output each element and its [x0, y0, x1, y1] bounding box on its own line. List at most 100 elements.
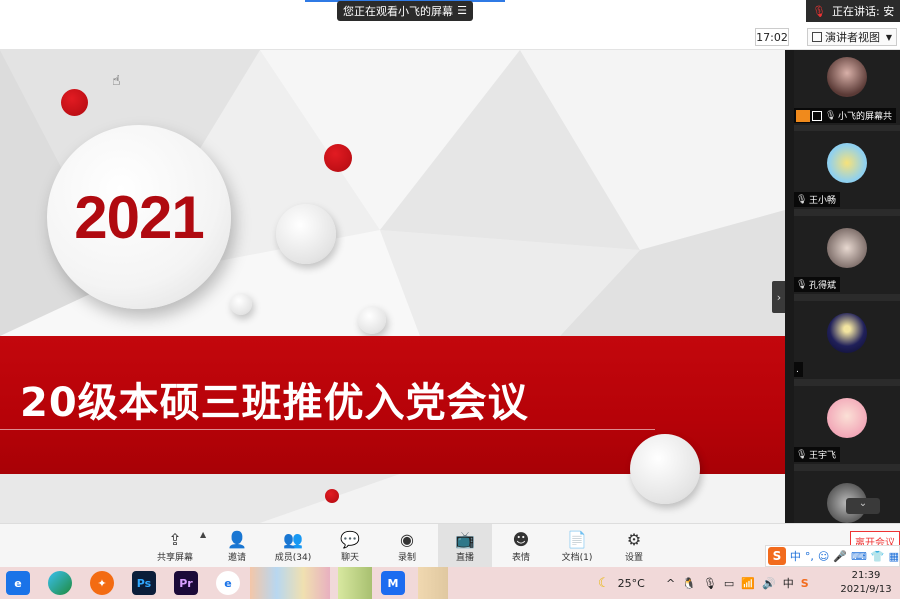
chat-button[interactable]: 💬 聊天	[325, 524, 375, 568]
participant-label: .	[794, 362, 803, 377]
participant-tile[interactable]: 🎙 王小畅	[794, 131, 900, 209]
caret-up-icon[interactable]: ▲	[200, 530, 206, 539]
red-dot	[61, 89, 88, 116]
chat-icon: 💬	[340, 529, 360, 549]
viewing-text: 您正在观看小飞的屏幕	[343, 5, 453, 18]
participant-label: 🎙 王宇飞	[794, 447, 841, 462]
record-button[interactable]: ◉ 录制	[382, 524, 432, 568]
system-tray: ^ 🐧 🎙 ▭ 📶 🔊 中 S	[666, 567, 809, 599]
premiere-icon[interactable]: Pr	[174, 571, 198, 595]
mic-muted-icon: 🎙	[796, 279, 808, 290]
battery-icon[interactable]: ▭	[724, 577, 734, 590]
participant-tile[interactable]: 🎙 孔得斌	[794, 216, 900, 294]
tencent-meeting-icon[interactable]: M	[381, 571, 405, 595]
participant-tile[interactable]	[794, 471, 900, 523]
avatar	[827, 228, 867, 268]
red-dot	[324, 144, 352, 172]
settings-button[interactable]: ⚙ 设置	[609, 524, 659, 568]
year-circle: 2021	[47, 125, 231, 309]
photoshop-icon[interactable]: Ps	[132, 571, 156, 595]
live-icon: 📺	[455, 529, 475, 549]
participant-name: 小飞的屏幕共	[838, 112, 893, 122]
wifi-icon[interactable]: 📶	[741, 577, 755, 590]
punctuation-icon[interactable]: °,	[805, 550, 814, 563]
host-icon	[796, 109, 810, 122]
participant-name: 王小畅	[809, 196, 837, 206]
avatar	[827, 313, 867, 353]
participant-label: 🎙 王小畅	[794, 192, 841, 207]
ime-language[interactable]: 中	[790, 548, 801, 564]
screen-share-icon	[812, 110, 822, 121]
apps-icon[interactable]: ▦	[889, 550, 899, 563]
volume-icon[interactable]: 🔊	[762, 577, 776, 590]
gear-icon: ⚙	[626, 529, 642, 549]
share-screen-button[interactable]: ⇪ 共享屏幕	[150, 524, 200, 568]
emoji-icon[interactable]: ☺	[818, 550, 829, 563]
taskbar: e ✦ Ps Pr e M ☾ 25°C ^ 🐧 🎙 ▭ 📶 🔊 中 S 21:…	[0, 567, 900, 599]
chevron-down-icon: ▼	[885, 32, 892, 42]
documents-button[interactable]: 📄 文档(1)	[552, 524, 602, 568]
members-icon: 👥	[283, 529, 303, 549]
presenter-view-icon	[812, 32, 822, 42]
sogou-tray-icon[interactable]: S	[801, 577, 809, 590]
meeting-time: 17:02	[755, 28, 789, 46]
mic-icon: 🎙	[812, 4, 826, 18]
invite-label: 邀请	[227, 552, 246, 563]
chat-label: 聊天	[340, 552, 359, 563]
taskbar-blurred-apps[interactable]	[250, 567, 330, 599]
collapse-panel-button[interactable]: ›	[772, 281, 786, 313]
browser-icon[interactable]: ✦	[90, 571, 114, 595]
band-divider	[0, 429, 655, 430]
header-bar: 17:02 演讲者视图 ▼	[0, 24, 900, 50]
edge-icon[interactable]	[48, 571, 72, 595]
internet-explorer-icon[interactable]: e	[216, 571, 240, 595]
participant-tile[interactable]: .	[794, 301, 900, 379]
share-screen-label: 共享屏幕	[156, 552, 193, 563]
live-label: 直播	[455, 552, 474, 563]
weather-widget[interactable]: ☾ 25°C	[598, 567, 645, 599]
screen: 您正在观看小飞的屏幕 ☰ 🎙 正在讲话: 安 17:02 演讲者视图 ▼ ☝ 2…	[0, 0, 900, 599]
members-button[interactable]: 👥 成员(34)	[268, 524, 318, 568]
sogou-ime-icon: S	[768, 547, 786, 565]
avatar	[827, 143, 867, 183]
moon-icon: ☾	[598, 575, 610, 591]
qq-icon[interactable]: 🐧	[682, 577, 696, 590]
clock-date: 2021/9/13	[840, 584, 892, 595]
record-icon: ◉	[400, 529, 414, 549]
weather-temp: 25°C	[617, 576, 645, 590]
voice-input-icon[interactable]: 🎤	[833, 550, 847, 563]
reactions-button[interactable]: ☻ 表情	[496, 524, 546, 568]
skin-icon[interactable]: 👕	[871, 550, 885, 563]
chevron-up-icon[interactable]: ^	[666, 577, 675, 590]
panel-splitter[interactable]	[785, 50, 794, 523]
taskbar-blurred-app[interactable]	[418, 567, 448, 599]
viewing-screen-pill[interactable]: 您正在观看小飞的屏幕 ☰	[337, 1, 473, 21]
taskbar-blurred-app[interactable]	[338, 567, 372, 599]
record-label: 录制	[397, 552, 416, 563]
participants-panel: 🎙 小飞的屏幕共 🎙 王小畅 🎙 孔得斌 . 🎙 王宇飞	[785, 50, 900, 523]
mic-muted-icon: 🎙	[796, 449, 808, 460]
settings-label: 设置	[624, 552, 643, 563]
participant-name: .	[796, 364, 799, 375]
keyboard-icon[interactable]: ⌨	[851, 550, 867, 563]
system-clock[interactable]: 21:39 2021/9/13	[838, 569, 894, 597]
ime-toolbar[interactable]: S 中 °, ☺ 🎤 ⌨ 👕 ▦	[765, 545, 900, 567]
edge-legacy-icon[interactable]: e	[6, 571, 30, 595]
members-label: 成员(34)	[274, 552, 312, 563]
mic-icon[interactable]: 🎙	[703, 577, 717, 590]
presenter-view-label: 演讲者视图	[825, 31, 880, 44]
white-ball	[230, 293, 252, 315]
invite-button[interactable]: 👤 邀请	[212, 524, 262, 568]
menu-icon[interactable]: ☰	[457, 4, 467, 17]
input-language[interactable]: 中	[783, 575, 794, 591]
live-button[interactable]: 📺 直播	[438, 524, 492, 568]
participant-label: 🎙 孔得斌	[794, 277, 841, 292]
year-text: 2021	[74, 183, 204, 251]
presenter-view-button[interactable]: 演讲者视图 ▼	[807, 28, 897, 46]
participant-tile[interactable]: 🎙 王宇飞	[794, 386, 900, 464]
mouse-cursor-icon: ☝	[112, 73, 121, 89]
white-ball	[276, 204, 336, 264]
speaking-text: 正在讲话: 安	[832, 5, 895, 18]
scroll-down-button[interactable]: ⌄	[846, 498, 880, 514]
participant-tile[interactable]: 🎙 小飞的屏幕共	[794, 50, 900, 125]
